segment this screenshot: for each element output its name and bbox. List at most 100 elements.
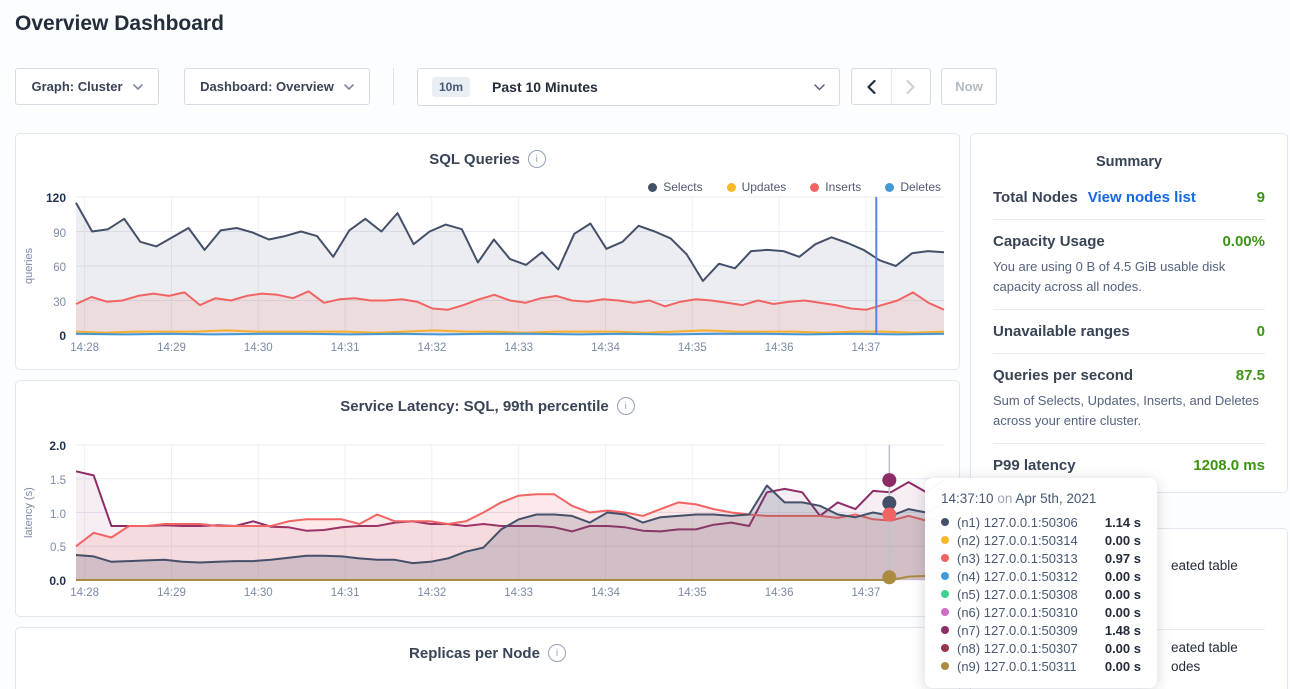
time-range-badge: 10m xyxy=(432,77,470,97)
tooltip-node-latency: 0.00 s xyxy=(1105,641,1141,656)
tooltip-node-latency: 1.48 s xyxy=(1105,623,1141,638)
summary-row-label: Capacity Usage xyxy=(993,233,1105,250)
series-dot-icon xyxy=(941,590,949,598)
service-latency-panel: Service Latency: SQL, 99th percentile la… xyxy=(15,380,960,617)
x-axis-tick: 14:30 xyxy=(244,342,273,354)
x-axis-tick: 14:28 xyxy=(70,342,99,354)
tooltip-node-latency: 0.00 s xyxy=(1105,533,1141,548)
chart-tooltip: 14:37:10 on Apr 5th, 2021 (n1) 127.0.0.1… xyxy=(925,478,1157,688)
graph-scope-dropdown[interactable]: Graph: Cluster xyxy=(15,68,159,105)
legend-label: Deletes xyxy=(900,180,941,194)
x-axis-tick: 14:35 xyxy=(678,587,707,599)
summary-title: Summary xyxy=(993,154,1265,170)
sql-queries-legend: Selects Updates Inserts Deletes xyxy=(648,180,941,194)
now-button[interactable]: Now xyxy=(941,68,997,105)
legend-dot-icon xyxy=(885,183,894,192)
sql-queries-panel: SQL Queries Selects Updates Inserts Deletes… xyxy=(15,133,960,370)
info-icon[interactable] xyxy=(528,150,546,168)
legend-label: Inserts xyxy=(825,180,861,194)
y-axis-tick: 2.0 xyxy=(49,439,66,453)
x-axis-tick: 14:36 xyxy=(765,342,794,354)
tooltip-on-word: on xyxy=(997,491,1012,506)
y-axis-tick: 0.5 xyxy=(50,542,66,554)
x-axis-tick: 14:31 xyxy=(331,587,360,599)
time-forward-button[interactable] xyxy=(891,69,931,104)
summary-row: Capacity Usage 0.00% You are using 0 B of … xyxy=(993,220,1265,310)
summary-row-head: Unavailable ranges0 xyxy=(993,323,1265,340)
replicas-per-node-panel: Replicas per Node xyxy=(15,627,960,689)
tooltip-node-row: (n4) 127.0.0.1:503120.00 s xyxy=(941,567,1141,585)
x-axis-tick: 14:35 xyxy=(678,342,707,354)
sql-queries-title: SQL Queries xyxy=(429,151,520,168)
info-icon[interactable] xyxy=(617,397,635,415)
x-axis-tick: 14:33 xyxy=(504,587,533,599)
summary-row: Queries per second87.5Sum of Selects, Up… xyxy=(993,354,1265,444)
summary-row-value: 0.00% xyxy=(1222,233,1265,250)
y-axis-tick: 1.0 xyxy=(50,509,66,521)
summary-panel: Summary Total NodesView nodes list9Capac… xyxy=(970,133,1288,493)
tooltip-node-latency: 0.97 s xyxy=(1105,551,1141,566)
legend-label: Updates xyxy=(742,180,787,194)
tooltip-node-address: (n8) 127.0.0.1:50307 xyxy=(957,641,1097,656)
dashboard-dropdown[interactable]: Dashboard: Overview xyxy=(184,68,370,105)
summary-row-head: Capacity Usage 0.00% xyxy=(993,233,1265,250)
time-range-selector[interactable]: 10m Past 10 Minutes xyxy=(417,68,840,106)
summary-rows: Total NodesView nodes list9Capacity Usag… xyxy=(993,176,1265,487)
summary-row-description: You are using 0 B of 4.5 GiB usable disk… xyxy=(993,257,1265,296)
y-axis-label: queries xyxy=(22,197,36,335)
time-nav-group xyxy=(851,68,931,105)
tooltip-rows: (n1) 127.0.0.1:503061.14 s(n2) 127.0.0.1… xyxy=(941,513,1141,675)
chevron-down-icon xyxy=(814,84,825,91)
summary-row-head: P99 latency1208.0 ms xyxy=(993,457,1265,474)
tooltip-node-row: (n8) 127.0.0.1:50307 0.00 s xyxy=(941,639,1141,657)
tooltip-node-address: (n5) 127.0.0.1:50308 xyxy=(957,587,1097,602)
x-axis-tick: 14:37 xyxy=(851,342,880,354)
series-dot-icon xyxy=(941,572,949,580)
tooltip-node-address: (n2) 127.0.0.1:50314 xyxy=(957,533,1097,548)
tooltip-node-address: (n9) 127.0.0.1:50311 xyxy=(957,659,1097,674)
time-back-button[interactable] xyxy=(852,69,891,104)
service-latency-title: Service Latency: SQL, 99th percentile xyxy=(340,398,608,415)
legend-dot-icon xyxy=(727,183,736,192)
legend-item-updates[interactable]: Updates xyxy=(727,180,787,194)
tooltip-node-address: (n7) 127.0.0.1:50309 xyxy=(957,623,1097,638)
y-axis-tick: 120 xyxy=(46,191,66,205)
tooltip-node-row: (n2) 127.0.0.1:50314 0.00 s xyxy=(941,531,1141,549)
legend-item-inserts[interactable]: Inserts xyxy=(810,180,861,194)
series-dot-icon xyxy=(941,608,949,616)
legend-item-deletes[interactable]: Deletes xyxy=(885,180,941,194)
x-axis-tick: 14:33 xyxy=(504,342,533,354)
y-axis-tick: 60 xyxy=(53,262,66,274)
chevron-down-icon xyxy=(344,84,354,90)
legend-dot-icon xyxy=(648,183,657,192)
replicas-title: Replicas per Node xyxy=(409,645,540,662)
tooltip-time: 14:37:10 xyxy=(941,491,994,506)
tooltip-node-row: (n9) 127.0.0.1:503110.00 s xyxy=(941,657,1141,675)
event-text-fragment: eated table xyxy=(1171,558,1238,573)
tooltip-node-row: (n5) 127.0.0.1:503080.00 s xyxy=(941,585,1141,603)
info-icon[interactable] xyxy=(548,644,566,662)
view-nodes-list-link[interactable]: View nodes list xyxy=(1088,189,1196,206)
sql-queries-plot-area xyxy=(76,197,944,335)
series-dot-icon xyxy=(941,644,949,652)
tooltip-node-address: (n3) 127.0.0.1:50313 xyxy=(957,551,1097,566)
sql-queries-title-row: SQL Queries xyxy=(16,150,959,168)
legend-item-selects[interactable]: Selects xyxy=(648,180,702,194)
time-range-label: Past 10 Minutes xyxy=(492,79,598,95)
dashboard-label: Dashboard: Overview xyxy=(200,79,334,94)
summary-row-value: 9 xyxy=(1257,189,1265,206)
legend-dot-icon xyxy=(810,183,819,192)
page-title: Overview Dashboard xyxy=(15,12,224,36)
chevron-right-icon xyxy=(906,80,915,94)
series-dot-icon xyxy=(941,662,949,670)
series-dot-icon xyxy=(941,518,949,526)
overview-dashboard-page: Overview Dashboard Graph: Cluster Dashbo… xyxy=(0,0,1290,689)
graph-scope-label: Graph: Cluster xyxy=(31,79,122,94)
y-axis-tick: 0 xyxy=(59,329,66,343)
x-axis-tick: 14:29 xyxy=(157,342,186,354)
now-button-label: Now xyxy=(955,79,982,94)
tooltip-node-row: (n6) 127.0.0.1:503100.00 s xyxy=(941,603,1141,621)
sql-queries-chart[interactable]: queries 030609012014:2814:2914:3014:3114… xyxy=(76,197,944,335)
service-latency-chart[interactable]: latency (s) 0.00.51.01.52.014:2814:2914:… xyxy=(76,445,944,580)
chevron-left-icon xyxy=(867,80,876,94)
